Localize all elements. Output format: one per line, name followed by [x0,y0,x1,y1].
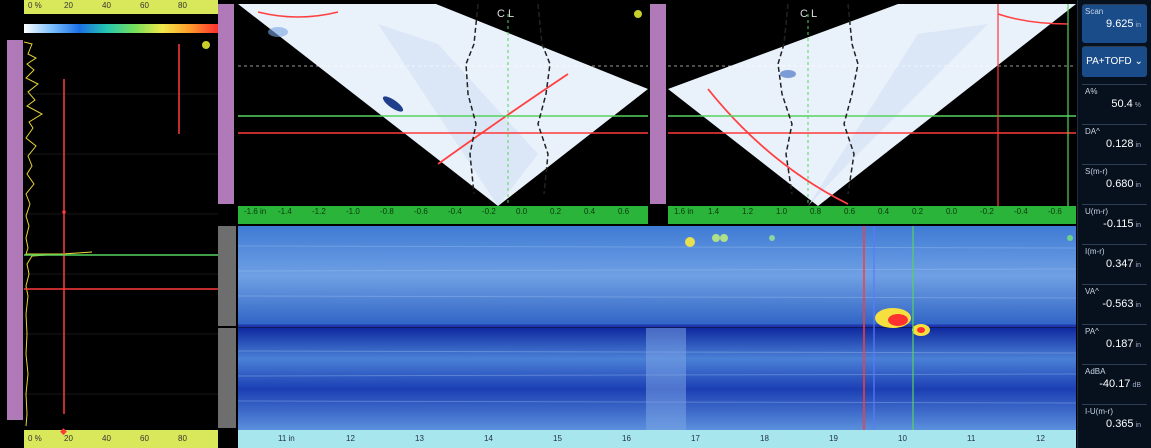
ascan-bottom-ruler: 0 % 20 40 60 80 [24,430,218,448]
ascan-top-tick: 60 [140,1,149,10]
readout-s: S(m-r) 0.680 in [1082,164,1147,203]
readout-amplitude: A% 50.4% [1082,84,1147,123]
readout-iu: I-U(m-r) 0.365 in [1082,404,1147,445]
ascan-plot[interactable] [24,34,218,426]
sector-scan-right[interactable] [668,4,1076,206]
ascan-bottom-tick: 60 [140,434,149,443]
readout-scan[interactable]: Scan 9.625 in [1082,4,1147,43]
sector-scan-left[interactable] [238,4,648,206]
readout-va: VA^ -0.563 in [1082,284,1147,323]
readout-da: DA^ 0.128 in [1082,124,1147,163]
readout-pa: PA^ 0.187 in [1082,324,1147,363]
sector-right-depth-ruler[interactable] [650,4,666,204]
ascan-color-palette [24,24,218,33]
bscan-view[interactable] [238,226,1076,430]
ascan-top-tick: 0 % [28,1,42,10]
ascan-top-tick: 40 [102,1,111,10]
ascan-top-tick: 20 [64,1,73,10]
ascan-top-tick: 80 [178,1,187,10]
readout-i: I(m-r) 0.347 in [1082,244,1147,283]
ascan-top-ruler: 0 % 20 40 60 80 [24,0,218,14]
bscan-upper-ruler[interactable] [218,226,236,326]
sector-right-centerline-label: C L [800,8,818,20]
sector-left-index-ruler: -1.6 in -1.4 -1.2 -1.0 -0.8 -0.6 -0.4 -0… [238,206,648,224]
sector-right-index-ruler: 1.6 in 1.4 1.2 1.0 0.8 0.6 0.4 0.2 0.0 -… [668,206,1076,224]
ascan-bottom-tick: 40 [102,434,111,443]
ascan-depth-ruler[interactable] [7,40,23,420]
readout-u: U(m-r) -0.115 in [1082,204,1147,243]
bscan-lower-ruler[interactable] [218,328,236,428]
readout-panel: Scan 9.625 in PA+TOFD ⌄ A% 50.4% DA^ 0.12… [1077,0,1151,448]
sector-left-centerline-label: C L [497,8,515,20]
ascan-bottom-marker-icon[interactable]: ◆ [60,426,67,437]
ascan-bottom-tick: 0 % [28,434,42,443]
ascan-bottom-tick: 80 [178,434,187,443]
bscan-scan-ruler: 11 in 12 13 14 15 16 17 18 19 10 11 12 [238,430,1076,448]
sector-left-depth-ruler[interactable] [218,4,234,204]
mode-select[interactable]: PA+TOFD ⌄ [1082,46,1147,77]
chevron-down-icon: ⌄ [1134,56,1143,67]
readout-adba: AdBA -40.17 dB [1082,364,1147,403]
